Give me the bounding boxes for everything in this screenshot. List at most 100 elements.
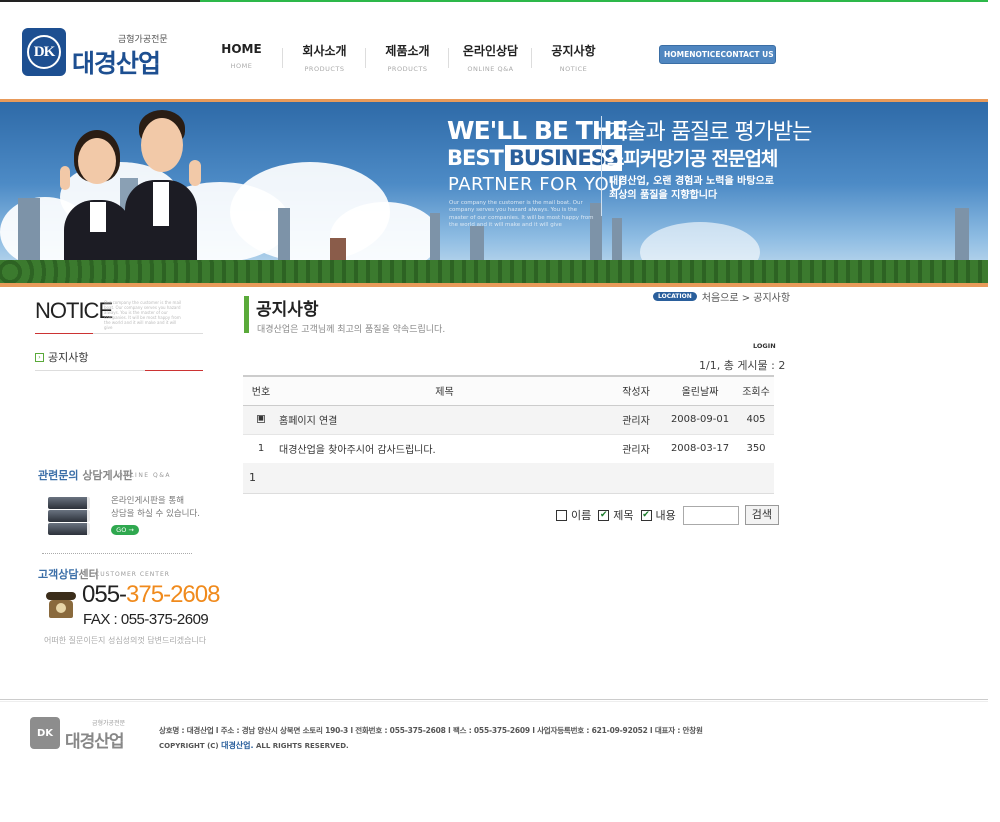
banner-korean-line-2: 스피커망기공 전문업체 <box>607 148 778 170</box>
column-header: 올린날짜 <box>662 375 738 406</box>
page-title: 공지사항 <box>256 300 319 320</box>
notice-icon: ■ <box>257 415 265 423</box>
nav-label: 제품소개 <box>385 44 430 58</box>
sidebar-item-notice[interactable]: › 공지사항 <box>35 349 88 365</box>
nav-sublabel: ONLINE Q&A <box>467 65 514 73</box>
column-header: 번호 <box>243 375 279 406</box>
column-header: 조회수 <box>738 375 774 406</box>
nav-home[interactable]: HOME HOME <box>200 42 283 76</box>
post-views: 350 <box>738 434 774 464</box>
search-bar: 이름 ✔ 제목 ✔ 내용 검색 <box>556 505 779 525</box>
nav-notice[interactable]: 공지사항 NOTICE <box>532 42 615 76</box>
banner-bottom-border <box>0 283 988 287</box>
chevron-right-icon: › <box>35 352 44 362</box>
post-author: 관리자 <box>610 405 662 435</box>
footer-divider <box>0 699 988 700</box>
customer-fax-number: FAX : 055-375-2609 <box>83 611 209 628</box>
qa-section-subtitle: ONLINE Q&A <box>118 472 172 479</box>
nav-label: 회사소개 <box>302 44 347 58</box>
logo-mark-icon: DK <box>22 28 66 76</box>
sidebar-title: NOTICE <box>35 298 113 323</box>
nav-sublabel: NOTICE <box>559 65 588 73</box>
post-number: 1 <box>243 434 279 464</box>
post-date: 2008-03-17 <box>662 434 738 464</box>
breadcrumb: LOCATION 처음으로 > 공지사항 <box>653 289 790 304</box>
checkbox-label: 이름 <box>571 509 592 522</box>
main-nav: HOME HOME 회사소개 PRODUCTS 제품소개 PRODUCTS 온라… <box>200 42 615 76</box>
post-count: 1/1, 총 게시물 : 2 <box>699 359 786 372</box>
sidebar-fine-print: Our company the customer is the mail boa… <box>104 300 182 330</box>
post-date: 2008-09-01 <box>662 405 738 435</box>
sidebar-divider <box>35 333 203 334</box>
table-header-row: 번호 제목 작성자 올린날짜 조회수 <box>243 375 774 406</box>
title-accent-bar <box>244 296 249 333</box>
notice-marker: ■ <box>243 405 279 435</box>
qa-description: 온라인게시판을 통해 상담을 하실 수 있습니다. <box>111 496 201 519</box>
telephone-icon <box>46 588 76 622</box>
page-number-link[interactable]: 1 <box>249 471 256 484</box>
nav-label: 온라인상담 <box>462 44 519 58</box>
building-shape <box>18 198 40 268</box>
search-button[interactable]: 검색 <box>744 505 779 525</box>
nav-label: 공지사항 <box>551 44 596 58</box>
nav-company[interactable]: 회사소개 PRODUCTS <box>283 42 366 76</box>
utility-link-notice[interactable]: NOTICE <box>689 50 720 59</box>
customer-center-subtitle: CUSTOMER CENTER <box>95 571 170 578</box>
customer-center-note: 어떠한 질문이든지 성심성의껏 답변드리겠습니다 <box>44 636 207 645</box>
footer-logo-mark-icon: DK <box>30 717 60 749</box>
nav-sublabel: PRODUCTS <box>387 65 428 73</box>
table-row[interactable]: ■ 홈페이지 연결 관리자 2008-09-01 405 <box>243 405 774 435</box>
name-checkbox[interactable] <box>556 509 567 521</box>
sidebar-divider <box>35 370 203 371</box>
footer-divider <box>0 701 988 702</box>
post-author: 관리자 <box>610 434 662 464</box>
company-info: 상호명 : 대경산업 l 주소 : 경남 양산시 상북면 소토리 190-3 l… <box>159 726 703 735</box>
breadcrumb-text[interactable]: 처음으로 > 공지사항 <box>702 289 790 304</box>
column-header: 제목 <box>279 375 610 406</box>
utility-link-contact[interactable]: CONTACT US <box>720 50 773 59</box>
dotted-divider <box>42 553 192 554</box>
page-subtitle: 대경산업은 고객님께 최고의 품질을 약속드립니다. <box>257 325 446 335</box>
nav-products[interactable]: 제품소개 PRODUCTS <box>366 42 449 76</box>
banner-headline-3: PARTNER FOR YOU <box>448 174 623 195</box>
qa-go-button[interactable]: GO → <box>111 525 139 535</box>
hero-banner: WE'LL BE THE BEST BUSINESS PARTNER FOR YO… <box>0 102 988 284</box>
checkbox-label: 내용 <box>655 509 676 522</box>
nav-sublabel: PRODUCTS <box>304 65 345 73</box>
checkbox-label: 제목 <box>613 509 634 522</box>
footer-logo-subtitle: 금형가공전문 <box>92 720 126 727</box>
utility-links: HOME NOTICE CONTACT US <box>659 45 776 64</box>
man-figure <box>125 110 215 284</box>
site-logo[interactable]: DK 금형가공전문 대경산업 <box>22 28 172 78</box>
customer-center-title: 고객상담센터 <box>38 568 99 581</box>
post-title-link[interactable]: 대경산업을 찾아주시어 감사드립니다. <box>279 434 610 464</box>
table-row[interactable]: 1 대경산업을 찾아주시어 감사드립니다. 관리자 2008-03-17 350 <box>243 434 774 464</box>
utility-link-home[interactable]: HOME <box>664 50 689 59</box>
nav-sublabel: HOME <box>230 62 253 70</box>
footer-logo-name: 대경산업 <box>65 732 125 752</box>
banner-divider <box>601 116 602 216</box>
tree-line <box>0 260 988 284</box>
column-header: 작성자 <box>610 375 662 406</box>
logo-name: 대경산업 <box>72 49 161 78</box>
footer-logo: DK 금형가공전문 대경산업 <box>30 717 130 752</box>
building-shape <box>278 208 290 268</box>
banner-korean-line-3: 대경산업, 오랜 경험과 노력을 바탕으로 최상의 품질을 지향합니다 <box>609 176 774 201</box>
content-checkbox[interactable]: ✔ <box>640 509 652 521</box>
login-link[interactable]: LOGIN <box>753 342 776 350</box>
post-title-link[interactable]: 홈페이지 연결 <box>279 405 610 435</box>
binder-icon <box>48 493 90 535</box>
search-input[interactable] <box>682 505 739 525</box>
location-badge: LOCATION <box>653 292 697 301</box>
top-dark-line <box>0 0 200 2</box>
title-checkbox[interactable]: ✔ <box>598 509 610 521</box>
notice-table: 번호 제목 작성자 올린날짜 조회수 ■ 홈페이지 연결 관리자 2008-09… <box>243 375 774 464</box>
pagination: 1 <box>243 463 774 494</box>
post-views: 405 <box>738 405 774 435</box>
banner-fine-print: Our company the customer is the mail boa… <box>449 200 594 229</box>
banner-headline-2: BEST BUSINESS <box>447 145 623 171</box>
building-shape <box>955 208 969 268</box>
banner-korean-line-1: 기술과 품질로 평가받는 <box>607 120 812 145</box>
nav-online-qa[interactable]: 온라인상담 ONLINE Q&A <box>449 42 532 76</box>
sidebar-item-label: 공지사항 <box>48 351 89 364</box>
